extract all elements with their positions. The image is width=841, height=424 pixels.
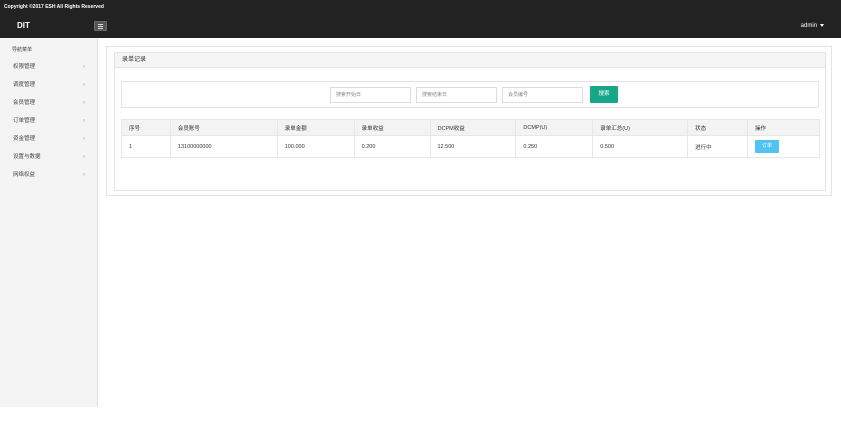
- sidebar-item-label: 权限管理: [13, 64, 36, 70]
- column-header: DCMP(U): [515, 119, 594, 136]
- chevron-left-icon: ‹: [83, 64, 85, 70]
- column-header: 状态: [687, 119, 749, 136]
- records-table: 序号 会员账号 录单金额 录单收益 DCPM收益 DCMP(U) 录单汇总(U)…: [121, 119, 820, 158]
- top-navbar: DIT admin: [0, 14, 841, 38]
- cell-dcmp: 0.250: [515, 135, 594, 158]
- cell-status: 进行中: [687, 135, 749, 158]
- chevron-left-icon: ‹: [83, 118, 85, 124]
- column-header: 录单汇总(U): [592, 119, 689, 136]
- brand-logo[interactable]: DIT: [17, 14, 30, 38]
- column-header: 操作: [747, 119, 820, 136]
- chevron-left-icon: ‹: [83, 136, 85, 142]
- sidebar-item-label: 订单管理: [13, 118, 36, 124]
- cell-dcpm: 12.500: [429, 135, 517, 158]
- start-date-input[interactable]: 搜索开始日: [330, 87, 411, 103]
- copyright-bar: Copyright ©2017 ESH All Rights Reserved: [0, 0, 841, 14]
- chevron-left-icon: ‹: [83, 154, 85, 160]
- sidebar-item-label: 设置与数据: [13, 154, 41, 160]
- sidebar-item-permissions[interactable]: 权限管理 ‹: [0, 58, 98, 76]
- column-header: 序号: [121, 119, 171, 136]
- column-header: 会员账号: [169, 119, 278, 136]
- chevron-left-icon: ‹: [83, 100, 85, 106]
- sidebar-item-network[interactable]: 网络权益 ‹: [0, 166, 98, 184]
- sidebar-item-orders[interactable]: 订单管理 ‹: [0, 112, 98, 130]
- caret-down-icon: [820, 23, 824, 27]
- table-row: 1 13100000000 100.000 0.200 12.500 0.250…: [121, 135, 820, 158]
- sidebar-item-scheduling[interactable]: 调度管理 ‹: [0, 76, 98, 94]
- sidebar-item-settings-data[interactable]: 设置与数据 ‹: [0, 148, 98, 166]
- search-bar: 搜索开始日 搜索结束日 会员编号 搜索: [121, 81, 819, 108]
- cell-profit: 0.200: [353, 135, 431, 158]
- table-header-row: 序号 会员账号 录单金额 录单收益 DCPM收益 DCMP(U) 录单汇总(U)…: [121, 119, 820, 136]
- sidebar-item-members[interactable]: 会员管理 ‹: [0, 94, 98, 112]
- chevron-left-icon: ‹: [83, 172, 85, 178]
- panel-title: 录单记录: [115, 53, 825, 68]
- sidebar-item-funds[interactable]: 资金管理 ‹: [0, 130, 98, 148]
- sidebar: 导航菜单 权限管理 ‹ 调度管理 ‹ 会员管理 ‹ 订单管理 ‹ 资金管理 ‹ 设置与数据…: [0, 38, 98, 407]
- order-button[interactable]: 订单: [755, 140, 780, 153]
- search-button[interactable]: 搜索: [590, 86, 618, 103]
- sidebar-item-label: 调度管理: [13, 82, 36, 88]
- user-menu[interactable]: admin: [801, 14, 824, 38]
- hamburger-icon[interactable]: [94, 21, 107, 31]
- column-header: DCPM收益: [429, 119, 517, 136]
- sidebar-item-label: 网络权益: [13, 172, 36, 178]
- chevron-left-icon: ‹: [83, 82, 85, 88]
- member-id-input[interactable]: 会员编号: [502, 87, 583, 103]
- main-content: 录单记录 搜索开始日 搜索结束日 会员编号 搜索 序号 会员账号 录单金额 录单…: [106, 46, 832, 196]
- cell-amount: 100.000: [276, 135, 355, 158]
- cell-index: 1: [121, 135, 171, 158]
- cell-account: 13100000000: [169, 135, 278, 158]
- cell-total: 0.500: [592, 135, 689, 158]
- records-panel: 录单记录 搜索开始日 搜索结束日 会员编号 搜索 序号 会员账号 录单金额 录单…: [114, 52, 826, 191]
- sidebar-title: 导航菜单: [12, 47, 33, 53]
- cell-action: 订单: [747, 135, 820, 158]
- sidebar-item-label: 资金管理: [13, 136, 36, 142]
- user-name: admin: [800, 23, 817, 29]
- column-header: 录单收益: [353, 119, 431, 136]
- sidebar-item-label: 会员管理: [13, 100, 36, 106]
- column-header: 录单金额: [276, 119, 355, 136]
- end-date-input[interactable]: 搜索结束日: [416, 87, 497, 103]
